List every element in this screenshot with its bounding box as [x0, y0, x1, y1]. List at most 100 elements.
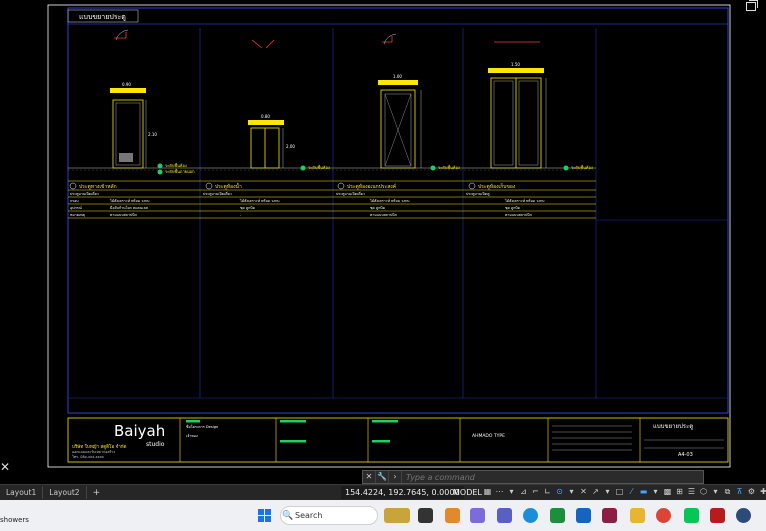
gizmo-icon[interactable]: ⬡: [698, 486, 709, 498]
ortho-icon[interactable]: ∟: [542, 486, 553, 498]
app-icon-globe[interactable]: [736, 508, 751, 523]
drawing-frame: [67, 7, 729, 414]
svg-text:2.10: 2.10: [148, 132, 157, 137]
door-schedule-table: ประตูทางเข้าหลัก ประตูห้องน้ำ ประตูห้องอ…: [68, 180, 596, 219]
workspace-icon[interactable]: ⚙: [746, 486, 757, 498]
svg-text:2.00: 2.00: [286, 144, 295, 149]
svg-text:ไม้สังเคราะห์ พร้อม วงกบ: ไม้สังเคราะห์ พร้อม วงกบ: [369, 198, 410, 203]
svg-text:ประตูบานเปิดเดี่ยว: ประตูบานเปิดเดี่ยว: [70, 191, 99, 196]
dimension-labels: 0.90 2.10 0.80 2.00 1.00 1.50: [122, 62, 520, 149]
svg-text:-: -: [240, 213, 242, 217]
svg-text:ชุด ลูกบิด: ชุด ลูกบิด: [370, 206, 386, 211]
search-label: Search: [295, 511, 323, 520]
mail-icon[interactable]: [576, 508, 591, 523]
svg-text:0.80: 0.80: [261, 114, 270, 119]
3d-osnap-icon[interactable]: ▩: [662, 486, 673, 498]
xbox-icon[interactable]: [550, 508, 565, 523]
search-icon: 🔍: [282, 510, 294, 521]
lineweight-icon[interactable]: ⁄: [626, 486, 637, 498]
sheet-title: แบบขยายประตู: [79, 13, 126, 21]
svg-text:ประตูห้องน้ำ: ประตูห้องน้ำ: [215, 181, 242, 190]
restore-window-icon[interactable]: [746, 0, 758, 11]
command-prompt-icon: ›: [389, 471, 402, 483]
svg-text:0.90: 0.90: [122, 82, 131, 87]
autocad-icon[interactable]: [710, 508, 725, 523]
snap-dropdown-icon[interactable]: ▾: [506, 486, 517, 498]
infer-constraints-icon[interactable]: ⊿: [518, 486, 529, 498]
windows-taskbar: showers 🔍 Search: [0, 500, 766, 531]
edge-icon[interactable]: [523, 508, 538, 523]
svg-text:1.50: 1.50: [511, 62, 520, 67]
svg-text:ตามแบบสถาปนิก: ตามแบบสถาปนิก: [370, 213, 397, 217]
snap-icon[interactable]: ⋯: [494, 486, 505, 498]
line-icon[interactable]: [684, 508, 699, 523]
copilot-icon[interactable]: [470, 508, 485, 523]
svg-text:ชุด ลูกบิด: ชุด ลูกบิด: [505, 206, 521, 211]
tab-layout2[interactable]: Layout2: [43, 486, 87, 499]
svg-text:ไม้สังเคราะห์ พร้อม วงกบ: ไม้สังเคราะห์ พร้อม วงกบ: [504, 198, 545, 203]
door-elevation-1: [110, 29, 146, 169]
svg-text:AHMADO TYPE: AHMADO TYPE: [472, 433, 505, 439]
titleblock-sheet-name: แบบขยายประตู: [653, 423, 693, 430]
isodraft-icon[interactable]: ✕: [578, 486, 589, 498]
command-input[interactable]: [402, 472, 703, 482]
title-block: Baiyah studio บริษัท ใบหญ้า สตูดิโอ จำกั…: [67, 417, 729, 463]
object-snap-icon[interactable]: □: [614, 486, 625, 498]
svg-text:ประตูบานเปิดคู่: ประตูบานเปิดคู่: [466, 192, 490, 196]
customize-wrench-icon[interactable]: 🔧: [376, 471, 389, 483]
close-palette-icon[interactable]: ✕: [0, 460, 10, 474]
file-explorer-icon[interactable]: [630, 508, 645, 523]
search-highlight-icon[interactable]: [384, 508, 410, 523]
widgets-icon[interactable]: [445, 508, 460, 523]
annotation-scale-icon[interactable]: ⊼: [734, 486, 745, 498]
svg-text:ไม้สังเคราะห์ พร้อม วงกบ: ไม้สังเคราะห์ พร้อม วงกบ: [239, 198, 280, 203]
command-line[interactable]: ✕ 🔧 ›: [362, 470, 704, 484]
annotation-visibility-icon[interactable]: ▾: [710, 486, 721, 498]
cad-drawing[interactable]: แบบขยายประตู 0.90 2.10 0.80 2.00 1.00 1.…: [0, 0, 766, 484]
svg-text:ไม้สังเคราะห์ พร้อม วงกบ: ไม้สังเคราะห์ พร้อม วงกบ: [109, 198, 150, 203]
svg-text:ประตูห้องเก็บของ: ประตูห้องเก็บของ: [478, 182, 516, 190]
object-snap-dropdown-icon[interactable]: ▾: [602, 486, 613, 498]
polar-tracking-icon[interactable]: ⊙: [554, 486, 565, 498]
grid-icon[interactable]: ▦: [482, 486, 493, 498]
tab-layout1[interactable]: Layout1: [0, 486, 44, 499]
selection-filter-icon[interactable]: ☰: [686, 486, 697, 498]
auto-scale-icon[interactable]: ⧉: [722, 486, 733, 498]
close-command-icon[interactable]: ✕: [363, 471, 376, 483]
svg-text:ประตูบานเปิดเดี่ยว: ประตูบานเปิดเดี่ยว: [336, 191, 365, 196]
svg-text:ระดับพื้นห้อง: ระดับพื้นห้อง: [308, 163, 330, 170]
svg-text:ชุด ลูกบิด: ชุด ลูกบิด: [240, 206, 256, 211]
svg-text:ระดับพื้นห้อง: ระดับพื้นห้อง: [571, 163, 593, 170]
svg-text:หมายเหตุ: หมายเหตุ: [70, 213, 85, 218]
svg-text:ระดับพื้นห้อง: ระดับพื้นห้อง: [165, 161, 187, 168]
svg-text:ระดับพื้นห้อง: ระดับพื้นห้อง: [438, 163, 460, 170]
chrome-icon[interactable]: [656, 508, 671, 523]
transparency-icon[interactable]: ▬: [638, 486, 649, 498]
svg-text:ประตูทางเข้าหลัก: ประตูทางเข้าหลัก: [79, 183, 117, 190]
door-elevation-3: [378, 33, 418, 169]
drawing-canvas[interactable]: แบบขยายประตู 0.90 2.10 0.80 2.00 1.00 1.…: [0, 0, 766, 484]
svg-text:ชื่อโครงการ Design: ชื่อโครงการ Design: [186, 424, 218, 429]
add-layout-button[interactable]: +: [87, 488, 107, 498]
dynamic-input-icon[interactable]: ⌐: [530, 486, 541, 498]
svg-text:เจ้าของ: เจ้าของ: [186, 433, 198, 438]
door-elevation-4: [488, 41, 544, 169]
brand-logo: Baiyah: [114, 422, 165, 440]
weather-widget[interactable]: showers: [0, 516, 29, 524]
units-icon[interactable]: ✚: [758, 486, 766, 498]
svg-text:ตามแบบสถาปนิก: ตามแบบสถาปนิก: [110, 213, 137, 217]
teams-icon[interactable]: [497, 508, 512, 523]
svg-text:ประตูห้องอเนกประสงค์: ประตูห้องอเนกประสงค์: [347, 183, 396, 190]
model-space-button[interactable]: MODEL: [450, 486, 485, 499]
polar-dropdown-icon[interactable]: ▾: [566, 486, 577, 498]
task-view-icon[interactable]: [418, 508, 433, 523]
windows-start-icon[interactable]: [258, 509, 271, 522]
coordinate-readout[interactable]: 154.4224, 192.7645, 0.0000: [341, 486, 464, 499]
svg-text:อุปกรณ์: อุปกรณ์: [70, 206, 83, 211]
app-icon-red[interactable]: [602, 508, 617, 523]
dynamic-ucs-icon[interactable]: ⊞: [674, 486, 685, 498]
object-snap-tracking-icon[interactable]: ↗: [590, 486, 601, 498]
taskbar-search[interactable]: 🔍 Search: [280, 506, 378, 525]
svg-text:กรอบ: กรอบ: [70, 199, 79, 203]
selection-cycling-icon[interactable]: ▾: [650, 486, 661, 498]
